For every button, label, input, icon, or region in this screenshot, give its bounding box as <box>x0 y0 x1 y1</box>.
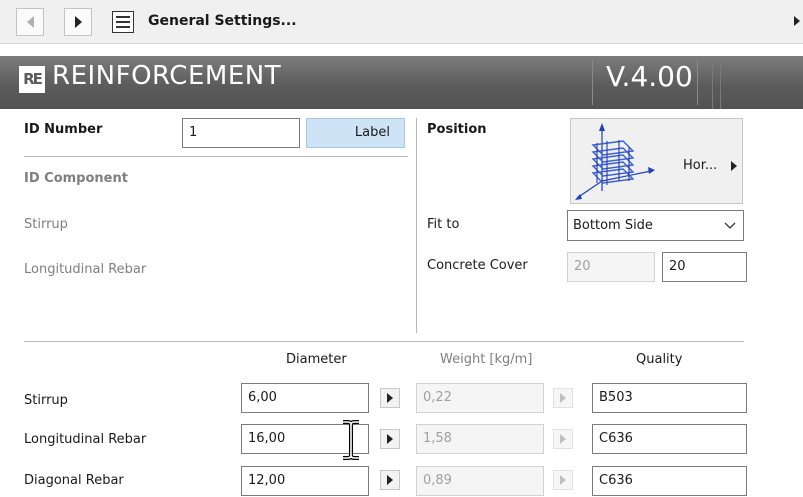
id-component-label: ID Component <box>24 171 128 186</box>
version-label: V.4.00 <box>606 60 693 93</box>
forward-button[interactable] <box>64 8 92 36</box>
id-longitudinal-label: Longitudinal Rebar <box>24 262 147 277</box>
nav-more-arrow-icon[interactable] <box>794 16 800 26</box>
weight-step-button <box>553 470 573 490</box>
concrete-cover-default-field: 20 <box>567 252 655 282</box>
diameter-step-button[interactable] <box>380 429 400 449</box>
header-divider <box>720 56 721 109</box>
row-name: Longitudinal Rebar <box>24 432 147 447</box>
weight-field: 0,22 <box>416 383 544 413</box>
header-title: REINFORCEMENT <box>52 61 282 91</box>
back-button[interactable] <box>16 8 44 36</box>
back-arrow-icon <box>26 16 34 28</box>
header-divider <box>712 56 713 109</box>
forward-arrow-icon <box>74 16 82 28</box>
table-divider <box>24 341 744 342</box>
id-stirrup-label: Stirrup <box>24 217 68 232</box>
play-arrow-icon <box>387 475 393 485</box>
diameter-field[interactable]: 6,00 <box>241 383 369 413</box>
play-arrow-icon <box>560 393 566 403</box>
concrete-cover-label: Concrete Cover <box>427 258 528 273</box>
fit-to-select[interactable]: Bottom Side <box>567 210 744 241</box>
id-divider <box>24 156 408 157</box>
position-label: Position <box>427 122 487 137</box>
weight-step-button <box>553 429 573 449</box>
quality-field[interactable]: C636 <box>592 424 747 454</box>
diameter-field[interactable]: 12,00 <box>241 466 369 496</box>
header-weight: Weight [kg/m] <box>440 352 533 367</box>
play-arrow-icon <box>387 434 393 444</box>
brand-logo: RE <box>19 66 45 93</box>
position-orientation-label: Hor... <box>683 158 718 173</box>
concrete-cover-field[interactable]: 20 <box>662 252 747 282</box>
weight-field: 1,58 <box>416 424 544 454</box>
position-picker[interactable]: Hor... <box>570 118 743 204</box>
settings-page-icon[interactable] <box>112 11 134 33</box>
nav-title[interactable]: General Settings... <box>148 13 297 29</box>
id-number-field[interactable]: 1 <box>182 118 300 148</box>
diameter-step-button[interactable] <box>380 388 400 408</box>
orientation-arrow-icon <box>731 161 737 171</box>
play-arrow-icon <box>560 434 566 444</box>
row-name: Diagonal Rebar <box>24 473 124 488</box>
text-cursor-icon <box>343 420 359 460</box>
id-number-label: ID Number <box>24 122 103 137</box>
header-quality: Quality <box>636 352 683 367</box>
quality-field[interactable]: C636 <box>592 466 747 496</box>
play-arrow-icon <box>560 475 566 485</box>
fit-to-value: Bottom Side <box>573 218 653 233</box>
weight-step-button <box>553 388 573 408</box>
rebar-position-icon <box>575 123 655 200</box>
fit-to-label: Fit to <box>427 217 460 232</box>
row-name: Stirrup <box>24 393 68 408</box>
quality-field[interactable]: B503 <box>592 383 747 413</box>
header-diameter: Diameter <box>286 352 347 367</box>
chevron-down-icon <box>724 222 736 229</box>
play-arrow-icon <box>387 393 393 403</box>
weight-field: 0,89 <box>416 466 544 496</box>
diameter-step-button[interactable] <box>380 470 400 490</box>
section-divider <box>416 118 417 333</box>
label-button[interactable]: Label <box>306 118 405 148</box>
